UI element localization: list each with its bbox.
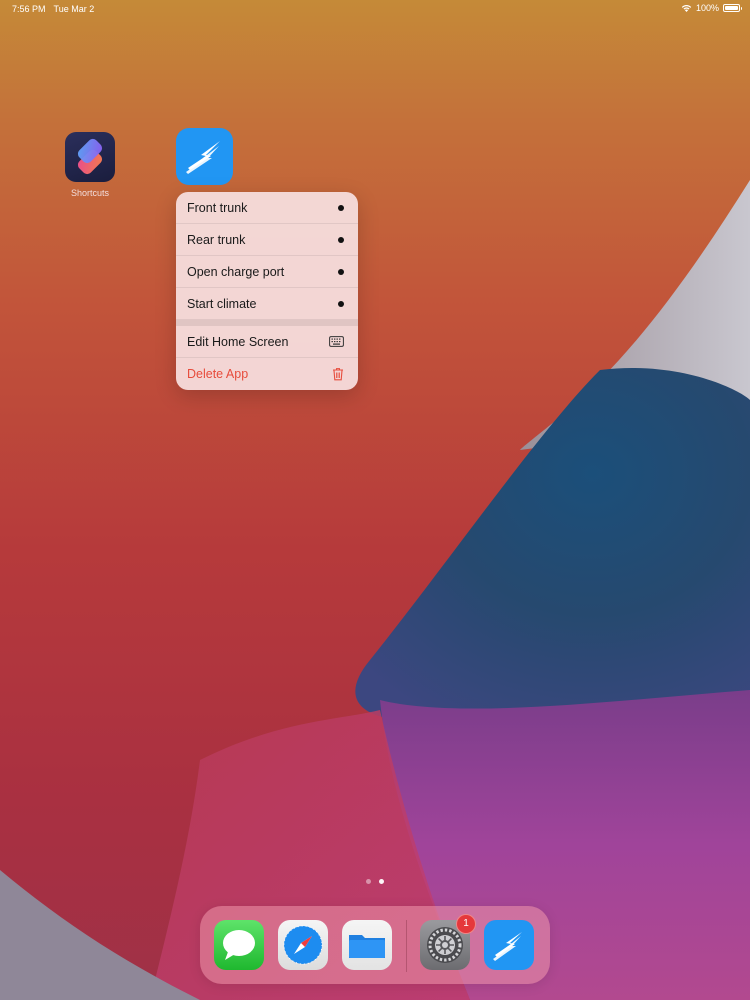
menu-item-label: Rear trunk	[187, 232, 246, 247]
menu-item-edit-home-screen[interactable]: Edit Home Screen	[176, 326, 358, 358]
lightning-bolt-icon	[493, 932, 522, 961]
keyboard-icon	[329, 336, 344, 347]
app-label: Shortcuts	[70, 188, 110, 198]
dock-app-settings[interactable]: 1	[420, 914, 476, 970]
menu-item-label: Delete App	[187, 367, 249, 381]
page-indicator[interactable]	[0, 879, 750, 884]
dock: 1	[200, 906, 550, 984]
status-bar: 7:56 PM Tue Mar 2 100%	[0, 0, 750, 18]
dock-app-lightning[interactable]	[484, 920, 534, 970]
dot-icon	[338, 268, 344, 275]
dot-icon	[338, 204, 344, 211]
menu-item-label: Open charge port	[187, 264, 285, 279]
page-dot[interactable]	[366, 879, 371, 884]
menu-item-label: Front trunk	[187, 200, 248, 215]
messages-icon	[223, 930, 255, 960]
dot-icon	[338, 236, 344, 243]
status-date: Tue Mar 2	[53, 4, 95, 14]
page-dot-active[interactable]	[379, 879, 384, 884]
menu-item-front-trunk[interactable]: Front trunk	[176, 192, 358, 224]
lightning-bolt-icon	[176, 128, 233, 185]
app-context-menu: Front trunk Rear trunk Open charge port …	[176, 192, 358, 390]
dock-app-safari[interactable]	[278, 920, 328, 970]
trash-icon	[333, 368, 343, 381]
battery-percent: 100%	[695, 3, 719, 13]
files-folder-icon	[349, 935, 385, 958]
dock-divider	[406, 920, 407, 972]
menu-item-rear-trunk[interactable]: Rear trunk	[176, 224, 358, 256]
menu-item-label: Edit Home Screen	[187, 334, 289, 349]
dock-app-files[interactable]	[342, 920, 392, 970]
app-shortcuts[interactable]: Shortcuts	[65, 132, 115, 198]
dot-icon	[338, 300, 344, 307]
menu-item-start-climate[interactable]: Start climate	[176, 288, 358, 320]
menu-item-delete-app[interactable]: Delete App	[176, 358, 358, 390]
shortcuts-icon	[65, 132, 115, 182]
wifi-icon	[681, 4, 692, 12]
menu-item-open-charge-port[interactable]: Open charge port	[176, 256, 358, 288]
safari-compass-icon	[283, 925, 323, 965]
battery-fill	[725, 6, 738, 10]
dock-app-messages[interactable]	[214, 920, 264, 970]
battery-icon	[723, 4, 742, 12]
menu-item-label: Start climate	[187, 296, 257, 311]
status-time: 7:56 PM	[12, 4, 46, 14]
app-lightning[interactable]	[176, 128, 233, 185]
notification-badge: 1	[456, 914, 476, 934]
